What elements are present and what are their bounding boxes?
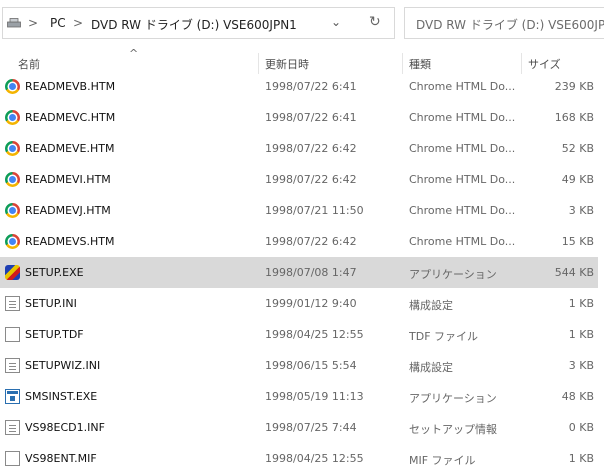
- file-size: 239 KB: [554, 80, 594, 93]
- file-date: 1998/07/25 7:44: [265, 421, 357, 434]
- chevron-down-icon[interactable]: ⌄: [331, 15, 341, 29]
- column-size[interactable]: サイズ: [528, 56, 561, 72]
- ini-file-icon: [5, 296, 20, 311]
- file-date: 1999/01/12 9:40: [265, 297, 357, 310]
- file-date: 1998/07/21 11:50: [265, 204, 364, 217]
- file-size: 1 KB: [568, 328, 594, 341]
- breadcrumb-separator: >: [28, 16, 39, 30]
- file-type: MIF ファイル: [409, 454, 476, 467]
- file-name: SMSINST.EXE: [25, 390, 98, 403]
- chrome-html-icon: [5, 141, 20, 156]
- file-type: アプリケーション: [409, 268, 497, 281]
- document-icon: [5, 327, 20, 342]
- file-size: 48 KB: [561, 390, 594, 403]
- file-name: READMEVI.HTM: [25, 173, 111, 186]
- file-date: 1998/06/15 5:54: [265, 359, 357, 372]
- file-name: READMEVC.HTM: [25, 111, 116, 124]
- file-size: 1 KB: [568, 452, 594, 465]
- file-row-selected[interactable]: SETUP.EXE 1998/07/08 1:47 アプリケーション 544 KB: [0, 257, 598, 288]
- file-date: 1998/07/22 6:41: [265, 111, 357, 124]
- file-row[interactable]: SETUPWIZ.INI 1998/06/15 5:54 構成設定 3 KB: [0, 350, 598, 381]
- file-size: 52 KB: [561, 142, 594, 155]
- file-size: 15 KB: [561, 235, 594, 248]
- chrome-html-icon: [5, 234, 20, 249]
- file-type: 構成設定: [409, 299, 453, 312]
- file-row[interactable]: READMEVJ.HTM 1998/07/21 11:50 Chrome HTML …: [0, 195, 598, 226]
- setup-exe-icon: [5, 265, 20, 280]
- file-size: 1 KB: [568, 297, 594, 310]
- file-date: 1998/05/19 11:13: [265, 390, 364, 403]
- column-name[interactable]: 名前: [18, 56, 40, 72]
- sort-ascending-icon: ^: [129, 47, 139, 60]
- file-date: 1998/07/22 6:42: [265, 235, 357, 248]
- file-date: 1998/04/25 12:55: [265, 328, 364, 341]
- window-app-icon: [5, 389, 20, 404]
- column-type[interactable]: 種類: [409, 56, 431, 72]
- file-row[interactable]: READMEVE.HTM 1998/07/22 6:42 Chrome HTML D…: [0, 133, 598, 164]
- file-size: 49 KB: [561, 173, 594, 186]
- chrome-html-icon: [5, 172, 20, 187]
- file-type: Chrome HTML Do...: [409, 235, 516, 248]
- file-size: 3 KB: [568, 204, 594, 217]
- file-row[interactable]: SETUP.INI 1999/01/12 9:40 構成設定 1 KB: [0, 288, 598, 319]
- file-name: SETUP.EXE: [25, 266, 84, 279]
- file-size: 168 KB: [554, 111, 594, 124]
- column-date[interactable]: 更新日時: [265, 56, 309, 72]
- file-name: VS98ECD1.INF: [25, 421, 105, 434]
- file-row[interactable]: VS98ECD1.INF 1998/07/25 7:44 セットアップ情報 0 KB: [0, 412, 598, 443]
- file-date: 1998/07/22 6:41: [265, 80, 357, 93]
- file-name: SETUPWIZ.INI: [25, 359, 101, 372]
- file-date: 1998/07/22 6:42: [265, 173, 357, 186]
- ini-file-icon: [5, 358, 20, 373]
- file-list: READMEVB.HTM 1998/07/22 6:41 Chrome HTML D…: [0, 71, 604, 474]
- file-row[interactable]: SMSINST.EXE 1998/05/19 11:13 アプリケーション 48 KB: [0, 381, 598, 412]
- file-date: 1998/04/25 12:55: [265, 452, 364, 465]
- chrome-html-icon: [5, 110, 20, 125]
- file-type: Chrome HTML Do...: [409, 111, 516, 124]
- file-row[interactable]: READMEVB.HTM 1998/07/22 6:41 Chrome HTML D…: [0, 71, 598, 102]
- file-type: TDF ファイル: [409, 330, 479, 343]
- file-name: VS98ENT.MIF: [25, 452, 97, 465]
- file-type: アプリケーション: [409, 392, 497, 405]
- file-size: 3 KB: [568, 359, 594, 372]
- file-row[interactable]: VS98ENT.MIF 1998/04/25 12:55 MIF ファイル 1 KB: [0, 443, 598, 474]
- toolbar: > PC > DVD RW ドライブ (D:) VSE600JPN1 ⌄ ↻ D…: [0, 0, 604, 48]
- drive-icon: [7, 18, 21, 28]
- refresh-icon[interactable]: ↻: [369, 14, 381, 30]
- file-name: READMEVS.HTM: [25, 235, 115, 248]
- file-row[interactable]: READMEVI.HTM 1998/07/22 6:42 Chrome HTML D…: [0, 164, 598, 195]
- file-date: 1998/07/22 6:42: [265, 142, 357, 155]
- file-type: Chrome HTML Do...: [409, 80, 516, 93]
- document-icon: [5, 451, 20, 466]
- file-name: SETUP.TDF: [25, 328, 84, 341]
- file-type: Chrome HTML Do...: [409, 204, 516, 217]
- file-row[interactable]: READMEVS.HTM 1998/07/22 6:42 Chrome HTML D…: [0, 226, 598, 257]
- file-name: SETUP.INI: [25, 297, 77, 310]
- file-size: 0 KB: [568, 421, 594, 434]
- file-type: Chrome HTML Do...: [409, 142, 516, 155]
- file-type: Chrome HTML Do...: [409, 173, 516, 186]
- file-type: セットアップ情報: [409, 423, 497, 436]
- chrome-html-icon: [5, 79, 20, 94]
- file-row[interactable]: READMEVC.HTM 1998/07/22 6:41 Chrome HTML D…: [0, 102, 598, 133]
- file-row[interactable]: SETUP.TDF 1998/04/25 12:55 TDF ファイル 1 KB: [0, 319, 598, 350]
- file-date: 1998/07/08 1:47: [265, 266, 357, 279]
- file-name: READMEVB.HTM: [25, 80, 116, 93]
- file-size: 544 KB: [554, 266, 594, 279]
- breadcrumb-drive[interactable]: DVD RW ドライブ (D:) VSE600JPN1: [91, 16, 297, 33]
- search-input[interactable]: DVD RW ドライブ (D:) VSE600JPN1の...: [404, 7, 604, 39]
- file-name: READMEVE.HTM: [25, 142, 115, 155]
- ini-file-icon: [5, 420, 20, 435]
- file-type: 構成設定: [409, 361, 453, 374]
- file-name: READMEVJ.HTM: [25, 204, 111, 217]
- address-bar[interactable]: > PC > DVD RW ドライブ (D:) VSE600JPN1 ⌄ ↻: [2, 7, 395, 39]
- breadcrumb-pc[interactable]: PC: [50, 16, 66, 30]
- chrome-html-icon: [5, 203, 20, 218]
- breadcrumb-separator: >: [73, 16, 84, 30]
